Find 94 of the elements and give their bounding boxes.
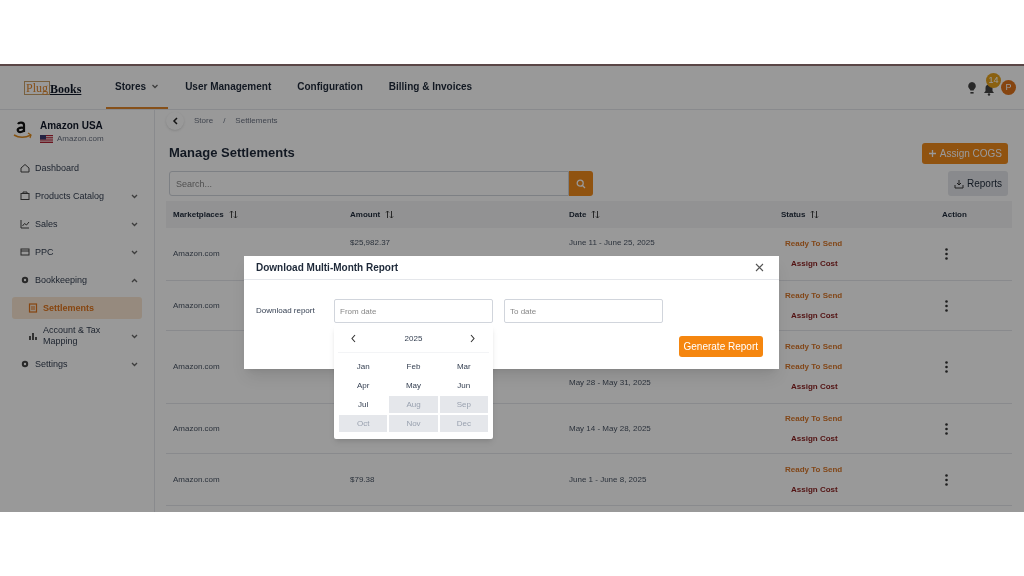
sidebar-item[interactable]: Account & Tax Mapping	[12, 325, 142, 347]
chevron-left-icon	[350, 334, 357, 343]
kebab-icon	[944, 248, 948, 260]
back-button[interactable]	[166, 112, 184, 130]
more-options-button[interactable]	[942, 247, 950, 261]
month-option[interactable]: Apr	[338, 376, 389, 395]
chevron-down-icon	[131, 249, 138, 255]
month-option[interactable]: Jun	[438, 376, 489, 395]
chevron-left-icon	[171, 117, 179, 125]
more-options-button[interactable]	[942, 472, 950, 487]
kebab-icon	[944, 361, 948, 373]
month-option[interactable]: May	[388, 376, 439, 395]
app-logo: Plug Books	[24, 80, 82, 95]
next-year-button[interactable]	[469, 333, 477, 344]
chevron-up-icon	[131, 277, 138, 283]
bar-chart-icon	[28, 331, 38, 341]
chevron-down-icon	[131, 221, 138, 227]
page-title: Manage Settlements	[169, 144, 295, 163]
document-icon	[28, 303, 38, 313]
card-icon	[20, 247, 30, 257]
column-header: Date	[569, 208, 587, 221]
more-options-button[interactable]	[942, 298, 950, 313]
field-label: Download report	[256, 305, 316, 317]
assign-cost-link[interactable]: Assign Cost	[791, 309, 935, 322]
table-cell: Amazon.com	[173, 361, 220, 373]
notification-count: 14	[986, 73, 1001, 88]
table-cell: Amazon.com	[173, 473, 220, 486]
store-marketplace: Amazon.com	[57, 133, 104, 145]
kebab-icon	[944, 422, 948, 435]
table-cell: $25,982.37	[350, 237, 391, 249]
month-option[interactable]: Mar	[438, 357, 489, 376]
status-label: Ready To Send	[785, 289, 844, 302]
sidebar-item[interactable]: Settings	[12, 353, 142, 375]
status-label: Ready To Send	[785, 238, 844, 250]
box-icon	[20, 191, 30, 201]
year-label: 2025	[404, 332, 423, 345]
table-cell: May 28 - May 31, 2025	[569, 377, 651, 389]
chart-icon	[20, 219, 30, 229]
chevron-down-icon	[131, 361, 138, 367]
table-cell: June 1 - June 8, 2025	[569, 473, 647, 486]
nav-tab[interactable]: Configuration	[288, 66, 372, 109]
download-icon	[954, 178, 964, 189]
table-cell: June 11 - June 25, 2025	[569, 237, 655, 249]
previous-year-button[interactable]	[350, 333, 358, 344]
breadcrumb-link[interactable]: Settlements	[235, 115, 278, 127]
assign-cost-link[interactable]: Assign Cost	[791, 483, 935, 496]
flag-icon	[40, 135, 53, 143]
column-header: Amount	[350, 208, 381, 221]
plus-icon	[927, 148, 937, 158]
month-option[interactable]: Jul	[338, 395, 389, 414]
assign-cost-link[interactable]: Assign Cost	[791, 258, 935, 270]
store-name: Amazon USA	[40, 119, 104, 133]
chevron-down-icon	[131, 333, 138, 339]
column-header: Action	[942, 208, 967, 221]
search-field[interactable]: Search...	[169, 171, 569, 196]
table-cell: Amazon.com	[173, 299, 220, 312]
kebab-icon	[944, 473, 948, 486]
from-date-field[interactable]: From date	[334, 299, 493, 323]
status-label: Ready To Send	[785, 341, 844, 353]
sidebar-item[interactable]: Products Catalog	[12, 185, 142, 207]
sidebar-item[interactable]: Dashboard	[12, 157, 142, 179]
chevron-down-icon	[131, 193, 138, 199]
status-label: Ready To Send	[785, 412, 844, 425]
month-option[interactable]: Feb	[388, 357, 439, 376]
column-header: Marketplaces	[173, 208, 224, 221]
table-cell: Amazon.com	[173, 422, 220, 435]
status-label: Ready To Send	[785, 361, 844, 373]
to-date-field[interactable]: To date	[504, 299, 663, 323]
table-cell: Amazon.com	[173, 248, 220, 260]
chevron-right-icon	[469, 334, 476, 343]
breadcrumb-separator: /	[223, 115, 226, 127]
nav-tab[interactable]: User Management	[176, 66, 281, 109]
lightbulb-icon	[967, 81, 977, 94]
sidebar-item[interactable]: Bookkeeping	[12, 269, 142, 291]
column-header: Status	[781, 208, 806, 221]
assign-cost-link[interactable]: Assign Cost	[791, 432, 935, 445]
home-icon	[20, 163, 30, 173]
sidebar-item[interactable]: Sales	[12, 213, 142, 235]
reports-button[interactable]: Reports	[948, 171, 1008, 196]
breadcrumb-link[interactable]: Store	[194, 115, 214, 127]
month-option[interactable]: Jan	[338, 357, 389, 376]
close-button[interactable]	[754, 262, 764, 273]
assign-cost-link[interactable]: Assign Cost	[791, 381, 935, 393]
more-options-button[interactable]	[942, 421, 950, 436]
modal-title: Download Multi-Month Report	[256, 261, 399, 275]
sidebar-item[interactable]: PPC	[12, 241, 142, 263]
search-icon	[576, 178, 586, 189]
table-cell: May 14 - May 28, 2025	[569, 422, 651, 435]
close-icon	[754, 263, 764, 272]
table-cell: $79.38	[350, 473, 375, 486]
nav-tab[interactable]: Billing & Invoices	[379, 66, 482, 109]
status-label: Ready To Send	[785, 463, 844, 476]
kebab-icon	[944, 299, 948, 312]
more-options-button[interactable]	[942, 360, 950, 374]
